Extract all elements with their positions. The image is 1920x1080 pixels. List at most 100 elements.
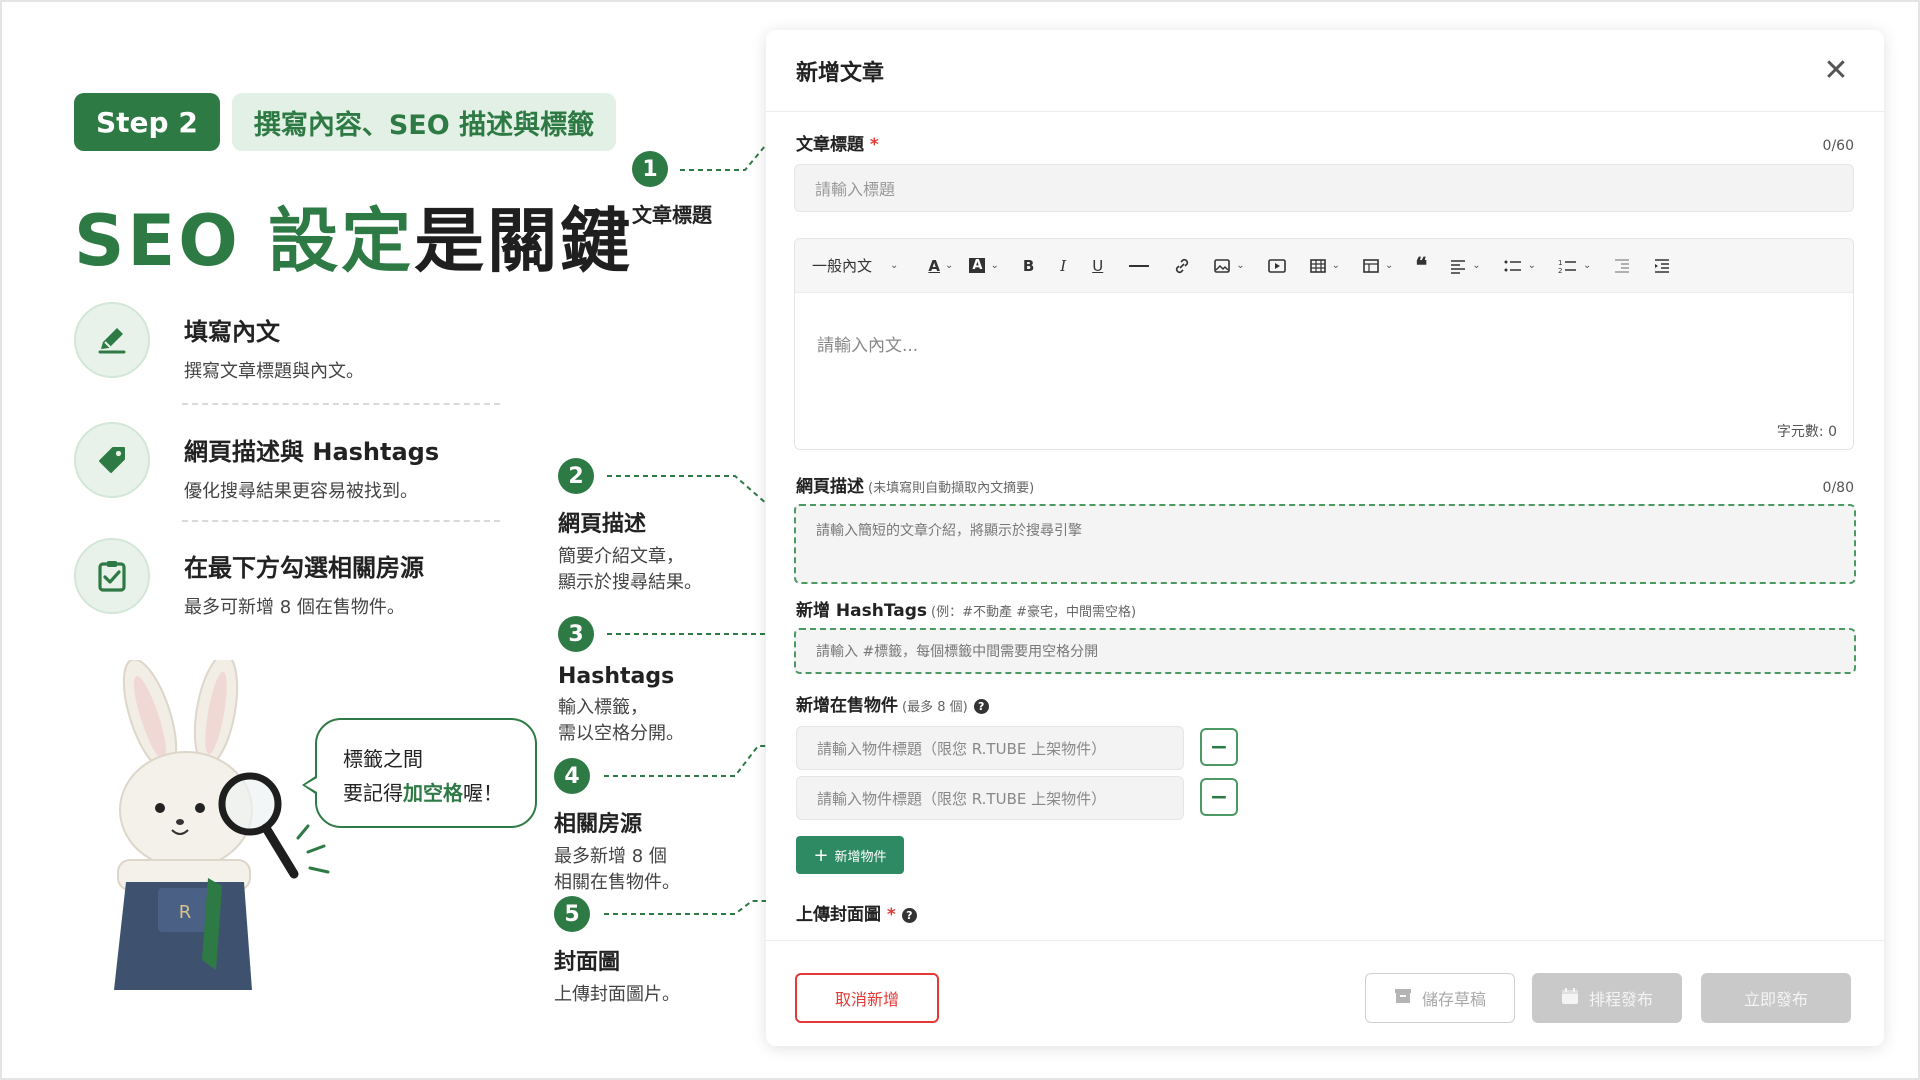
link-icon[interactable] [1170,252,1194,280]
callout-desc: 顯示於搜尋結果。 [558,572,702,593]
table-icon[interactable]: ⌄ [1306,252,1343,280]
format-select[interactable]: 一般內文 ⌄ [809,252,901,280]
hashtags-input[interactable]: 請輸入 #標籤，每個標籤中間需要用空格分開 [794,628,1856,674]
speech-bubble: 標籤之間 要記得加空格喔！ [315,718,537,828]
callout-number: 5 [554,896,590,932]
editor-toolbar: 一般內文 ⌄ A ⌄ A ⌄ B I U ⌄ ⌄ ⌄ ❝ ⌄ ⌄ 1 2 ⌄ [795,239,1853,293]
numbered-list-icon[interactable]: 1 2 ⌄ [1555,252,1594,280]
description-textarea[interactable]: 請輸入簡短的文章介紹，將顯示於搜尋引擎 [794,504,1856,584]
title-label-row: 文章標題 * 0/60 [796,130,1854,155]
feature-item: 在最下方勾選相關房源 最多可新增 8 個在售物件。 [74,538,424,619]
remove-listing-button[interactable]: − [1200,728,1238,766]
new-article-modal: 新增文章 ✕ 文章標題 * 0/60 請輸入標題 一般內文 ⌄ A ⌄ A ⌄ B I… [766,30,1884,1046]
listings-label: 新增在售物件 (最多 8 個)? [796,691,989,716]
bubble-line1: 標籤之間 [343,747,423,771]
svg-text:R: R [179,902,192,923]
video-icon[interactable] [1264,252,1290,280]
feature-title: 在最下方勾選相關房源 [184,554,424,582]
feature-desc: 優化搜尋結果更容易被找到。 [184,481,418,502]
callout-title: 文章標題 [632,203,712,227]
archive-icon [1394,988,1412,1008]
bullet-list-icon[interactable]: ⌄ [1500,252,1539,280]
feature-item: 填寫內文 撰寫文章標題與內文。 [74,302,364,383]
tag-icon [74,422,150,498]
description-label: 網頁描述 (未填寫則自動擷取內文摘要) [796,477,1035,497]
close-icon[interactable]: ✕ [1818,53,1854,88]
remove-listing-button[interactable]: − [1200,778,1238,816]
word-count: 字元數: 0 [1776,424,1837,440]
step-header: Step 2 撰寫內容、SEO 描述與標籤 [74,93,617,151]
callout-desc: 最多新增 8 個 [554,846,667,867]
help-icon[interactable]: ? [901,907,917,923]
rabbit-mascot-illustration: R [114,660,330,990]
svg-text:1: 1 [1558,259,1562,267]
hashtags-label-row: 新增 HashTags (例：#不動產 #豪宅，中間需空格) [796,596,1136,621]
callout-desc: 簡要介紹文章， [558,546,684,567]
underline-icon[interactable]: U [1089,252,1106,280]
callout-title: 封面圖 [554,950,621,975]
save-draft-button[interactable]: 儲存草稿 [1365,973,1515,1023]
quote-icon[interactable]: ❝ [1412,252,1430,280]
indent-icon[interactable] [1650,252,1674,280]
listing-input[interactable]: 請輸入物件標題（限您 R.TUBE 上架物件） [796,776,1184,820]
cancel-button[interactable]: 取消新增 [795,973,939,1023]
plus-icon: + [813,844,829,866]
modal-footer: 取消新增 儲存草稿 排程發布 立即發布 [766,940,1884,1046]
checklist-icon [74,538,150,614]
modal-header: 新增文章 ✕ [766,30,1884,112]
description-counter: 0/80 [1822,480,1854,496]
bubble-line2: 要記得加空格喔！ [343,781,503,805]
title-label: 文章標題 * [796,135,879,155]
svg-text:2: 2 [1558,267,1562,274]
callout-3: 3 Hashtags 輸入標籤， 需以空格分開。 [558,616,684,747]
callout-desc: 上傳封面圖片。 [554,984,680,1005]
italic-icon[interactable]: I [1057,252,1069,280]
layout-icon[interactable]: ⌄ [1359,252,1396,280]
description-label-row: 網頁描述 (未填寫則自動擷取內文摘要) 0/80 [796,472,1854,497]
help-icon[interactable]: ? [973,698,989,714]
listings-label-row: 新增在售物件 (最多 8 個)? [796,691,989,716]
listing-input[interactable]: 請輸入物件標題（限您 R.TUBE 上架物件） [796,726,1184,770]
bold-icon[interactable]: B [1020,252,1037,280]
publish-now-button[interactable]: 立即發布 [1701,973,1851,1023]
callout-number: 1 [632,151,668,187]
callout-2: 2 網頁描述 簡要介紹文章， 顯示於搜尋結果。 [558,458,702,596]
headline-green: SEO 設定 [74,200,415,282]
modal-title: 新增文章 [796,60,885,86]
callout-number: 2 [558,458,594,494]
callout-title: 相關房源 [554,812,643,837]
pencil-icon [74,302,150,378]
step-badge: Step 2 [74,93,220,151]
title-input[interactable]: 請輸入標題 [794,164,1854,212]
callout-desc: 相關在售物件。 [554,872,680,893]
feature-desc: 撰寫文章標題與內文。 [184,361,364,382]
font-color-icon[interactable]: A ⌄ [925,252,956,280]
callout-number: 4 [554,758,590,794]
step-title: 撰寫內容、SEO 描述與標籤 [231,93,617,151]
cover-label-row: 上傳封面圖 *? [796,900,917,925]
content-editor: 一般內文 ⌄ A ⌄ A ⌄ B I U ⌄ ⌄ ⌄ ❝ ⌄ ⌄ 1 2 ⌄ 請輸入內文.… [794,238,1854,450]
calendar-icon [1561,987,1579,1009]
schedule-publish-button[interactable]: 排程發布 [1532,973,1682,1023]
bubble-tail-inner [305,778,317,792]
highlight-color-icon[interactable]: A ⌄ [966,252,1001,280]
outdent-icon[interactable] [1610,252,1634,280]
feature-title: 網頁描述與 Hashtags [184,438,440,466]
callout-1: 1 文章標題 [632,151,712,228]
hashtags-label: 新增 HashTags (例：#不動產 #豪宅，中間需空格) [796,601,1137,621]
editor-body[interactable]: 請輸入內文... [795,293,1853,394]
divider [182,403,500,405]
add-listing-button[interactable]: + 新增物件 [796,836,904,874]
align-icon[interactable]: ⌄ [1446,252,1483,280]
callout-number: 3 [558,616,594,652]
feature-title: 填寫內文 [184,318,280,346]
divider [182,520,500,522]
feature-item: 網頁描述與 Hashtags 優化搜尋結果更容易被找到。 [74,422,439,503]
horizontal-rule-icon[interactable] [1126,252,1152,280]
callout-desc: 需以空格分開。 [558,723,684,744]
callout-desc: 輸入標籤， [558,697,648,718]
headline: SEO 設定是關鍵 [74,185,633,286]
feature-desc: 最多可新增 8 個在售物件。 [184,597,405,618]
callout-title: 網頁描述 [558,512,647,537]
image-icon[interactable]: ⌄ [1210,252,1247,280]
